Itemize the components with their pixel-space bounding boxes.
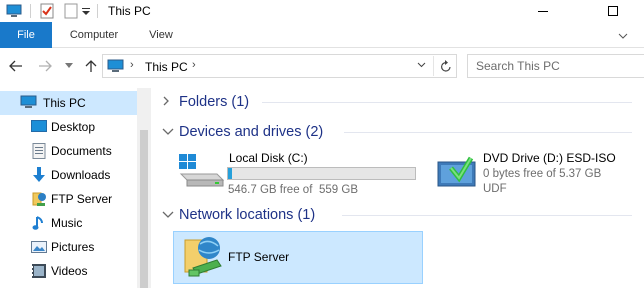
downloads-icon bbox=[31, 167, 47, 183]
sidebar-item-downloads[interactable]: Downloads bbox=[0, 163, 137, 187]
ribbon: File Computer View bbox=[0, 22, 644, 48]
collapse-chevron-icon[interactable] bbox=[162, 208, 174, 223]
pictures-icon bbox=[31, 239, 47, 255]
minimize-button[interactable] bbox=[520, 0, 566, 22]
group-divider bbox=[344, 132, 632, 133]
music-icon bbox=[31, 215, 47, 231]
separator bbox=[97, 4, 98, 18]
group-network-locations[interactable]: Network locations (1) bbox=[162, 205, 632, 225]
tab-computer[interactable]: Computer bbox=[56, 22, 132, 48]
sidebar-item-label: Videos bbox=[51, 264, 88, 278]
separator bbox=[30, 4, 31, 18]
pc-icon[interactable] bbox=[6, 3, 22, 19]
properties-icon[interactable] bbox=[39, 3, 55, 19]
new-folder-icon[interactable] bbox=[63, 3, 79, 19]
dvd-drive-icon bbox=[437, 152, 477, 191]
sidebar-item-label: FTP Server bbox=[51, 192, 113, 206]
expand-chevron-icon[interactable] bbox=[162, 95, 174, 110]
back-button[interactable] bbox=[7, 57, 25, 75]
pc-icon bbox=[20, 95, 37, 111]
sidebar-item-pictures[interactable]: Pictures bbox=[0, 235, 137, 259]
forward-button[interactable] bbox=[36, 57, 54, 75]
local-disk-icon bbox=[177, 152, 225, 191]
group-devices-and-drives[interactable]: Devices and drives (2) bbox=[162, 122, 632, 142]
drive-free-space: 0 bytes free of 5.37 GB bbox=[483, 168, 602, 180]
search-box[interactable] bbox=[467, 54, 644, 78]
collapse-chevron-icon[interactable] bbox=[162, 125, 174, 140]
expand-ribbon-icon[interactable] bbox=[618, 30, 628, 44]
breadcrumb-this-pc[interactable]: This PC bbox=[145, 60, 188, 74]
customize-dropdown-icon[interactable] bbox=[81, 3, 91, 19]
sidebar-item-videos[interactable]: Videos bbox=[0, 259, 137, 283]
drive-usage-fill bbox=[228, 168, 233, 179]
tab-view[interactable]: View bbox=[136, 22, 186, 48]
drive-usage-bar bbox=[227, 167, 416, 180]
breadcrumb-chevron-icon[interactable]: › bbox=[192, 59, 196, 71]
maximize-button[interactable] bbox=[590, 0, 636, 22]
drive-total-size: 559 GB bbox=[319, 184, 358, 196]
network-location-ftp-server[interactable]: FTP Server bbox=[173, 231, 423, 284]
drive-name: DVD Drive (D:) ESD-ISO bbox=[483, 151, 616, 165]
drive-file-system: UDF bbox=[483, 183, 507, 195]
navigation-bar: › This PC › bbox=[0, 49, 644, 83]
group-divider bbox=[342, 215, 632, 216]
sidebar-item-music[interactable]: Music bbox=[0, 211, 137, 235]
search-input[interactable] bbox=[468, 55, 638, 77]
sidebar-item-desktop[interactable]: Desktop bbox=[0, 115, 137, 139]
network-location-icon bbox=[31, 191, 47, 207]
drive-free-space: 546.7 GB free of bbox=[228, 184, 313, 196]
group-title: Network locations (1) bbox=[179, 207, 316, 223]
refresh-button[interactable] bbox=[433, 56, 457, 76]
window-title: This PC bbox=[108, 4, 151, 18]
sidebar-scrollbar-thumb[interactable] bbox=[140, 130, 148, 288]
drive-name: Local Disk (C:) bbox=[229, 151, 308, 165]
sidebar-item-label: Music bbox=[51, 216, 83, 230]
documents-icon bbox=[31, 143, 47, 159]
tab-file[interactable]: File bbox=[0, 22, 52, 48]
sidebar-item-this-pc[interactable]: This PC bbox=[0, 91, 137, 115]
address-bar[interactable]: › This PC › bbox=[102, 54, 457, 78]
navigation-pane: This PC Desktop Documents Downloads FTP … bbox=[0, 88, 151, 288]
sidebar-item-label: Desktop bbox=[51, 120, 96, 134]
content-pane: Folders (1) Devices and drives (2) Local… bbox=[155, 88, 644, 288]
videos-icon bbox=[31, 263, 47, 279]
sidebar-item-label: This PC bbox=[43, 96, 86, 110]
drive-dvd-d[interactable]: DVD Drive (D:) ESD-ISO 0 bytes free of 5… bbox=[437, 148, 637, 200]
group-title: Folders (1) bbox=[179, 94, 250, 110]
sidebar-item-label: Documents bbox=[51, 144, 112, 158]
breadcrumb-chevron-icon[interactable]: › bbox=[130, 59, 134, 71]
address-dropdown-icon[interactable] bbox=[417, 60, 426, 71]
title-bar: This PC bbox=[0, 0, 644, 22]
ftp-server-icon bbox=[179, 234, 225, 283]
sidebar-item-label: Pictures bbox=[51, 240, 95, 254]
sidebar-item-ftp-server[interactable]: FTP Server bbox=[0, 187, 137, 211]
sidebar-item-documents[interactable]: Documents bbox=[0, 139, 137, 163]
group-divider bbox=[262, 102, 632, 103]
recent-locations-button[interactable] bbox=[60, 57, 78, 75]
network-location-name: FTP Server bbox=[228, 250, 290, 264]
group-title: Devices and drives (2) bbox=[179, 124, 324, 140]
pc-icon bbox=[107, 59, 124, 73]
sidebar-item-label: Downloads bbox=[51, 168, 111, 182]
drive-local-disk-c[interactable]: Local Disk (C:) 546.7 GB free of 559 GB bbox=[175, 148, 425, 200]
desktop-icon bbox=[31, 120, 47, 136]
quick-access-toolbar bbox=[0, 0, 98, 22]
group-folders[interactable]: Folders (1) bbox=[162, 92, 632, 112]
up-button[interactable] bbox=[82, 57, 100, 75]
